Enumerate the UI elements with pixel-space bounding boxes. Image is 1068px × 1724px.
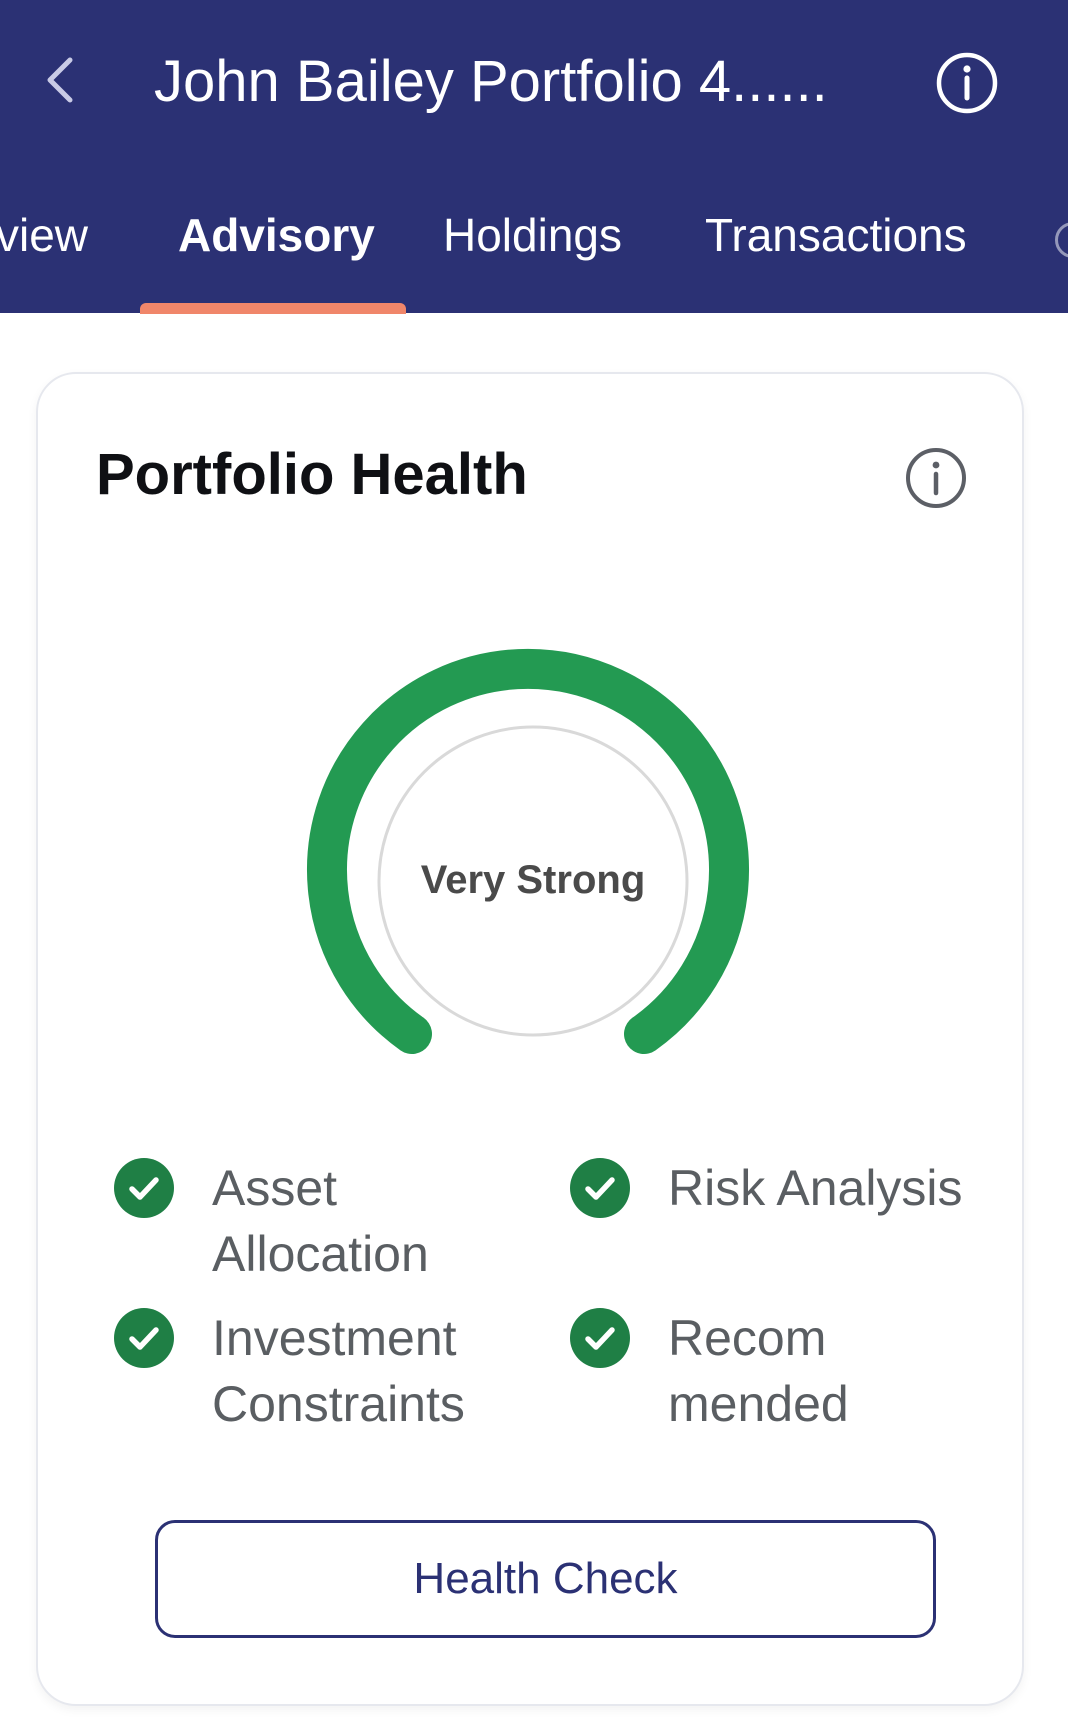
tab-advisory[interactable]: Advisory xyxy=(178,200,375,270)
chevron-left-icon xyxy=(47,57,73,103)
check-label: Recom mended xyxy=(668,1310,849,1432)
info-icon xyxy=(906,448,966,508)
gauge-status-label: Very Strong xyxy=(420,858,646,902)
health-check-button[interactable]: Health Check xyxy=(155,1520,936,1638)
check-circle-icon xyxy=(570,1308,630,1368)
check-circle-icon xyxy=(114,1308,174,1368)
tab-bar: view Advisory Holdings Transactions xyxy=(0,200,1068,313)
tab-overview[interactable]: view xyxy=(0,200,88,270)
check-circle-icon xyxy=(114,1158,174,1218)
active-tab-indicator xyxy=(140,303,406,314)
tab-transactions[interactable]: Transactions xyxy=(705,200,967,270)
check-label: Investment Constraints xyxy=(212,1310,465,1432)
check-investment-constraints: Investment Constraints xyxy=(114,1308,474,1437)
card-title: Portfolio Health xyxy=(96,442,528,507)
card-info-button[interactable] xyxy=(904,446,968,510)
check-risk-analysis: Risk Analysis xyxy=(570,1158,970,1221)
info-icon xyxy=(936,52,998,114)
header-info-button[interactable] xyxy=(930,46,1004,120)
check-label: Asset Allocation xyxy=(212,1160,429,1282)
check-circle-icon xyxy=(570,1158,630,1218)
check-asset-allocation: Asset Allocation xyxy=(114,1158,474,1287)
page-title: John Bailey Portfolio 4...... xyxy=(154,49,828,114)
back-button[interactable] xyxy=(30,40,90,120)
check-recommended: Recom mended xyxy=(570,1308,849,1437)
check-label: Risk Analysis xyxy=(668,1160,963,1216)
tab-holdings[interactable]: Holdings xyxy=(443,200,622,270)
